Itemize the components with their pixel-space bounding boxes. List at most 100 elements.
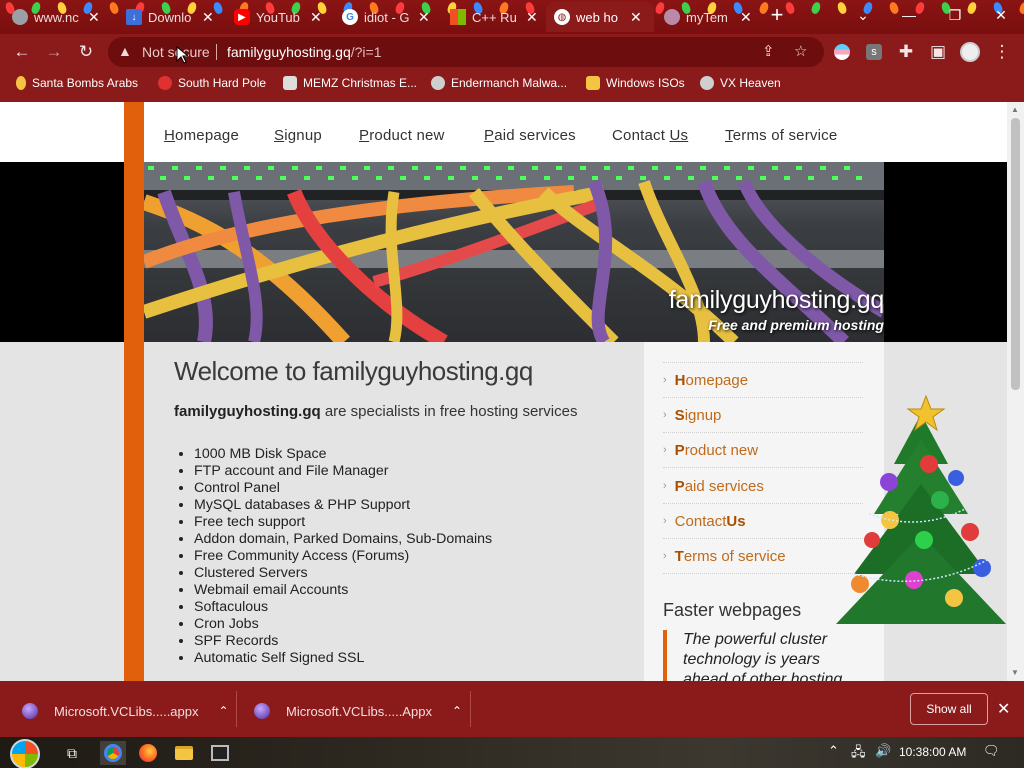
side-panel-icon[interactable]: ▣ [926, 40, 950, 64]
close-icon[interactable]: ✕ [526, 9, 538, 26]
sidebar-item-initial: H [674, 371, 686, 389]
close-icon[interactable]: ✕ [740, 9, 752, 26]
nav-homepage[interactable]: Homepage [164, 127, 239, 144]
orange-accent-stripe [124, 102, 144, 681]
task-view-icon[interactable]: ⧉ [60, 741, 84, 765]
url-path: /?i=1 [350, 44, 382, 60]
vertical-scrollbar[interactable]: ▲ ▼ [1007, 102, 1024, 681]
chevron-down-icon[interactable]: ⌄ [840, 0, 886, 30]
bookmark-memz-christmas[interactable]: MEMZ Christmas E... [283, 76, 417, 90]
show-all-button[interactable]: Show all [910, 693, 988, 725]
tab-7[interactable]: myTem ✕ [656, 2, 760, 32]
sidebar-item-paid-services[interactable]: › Paid services [663, 469, 863, 504]
nav-contact-us[interactable]: Contact Us [612, 127, 688, 144]
bookmark-icon [158, 76, 172, 90]
tab-1[interactable]: www.nc ✕ [4, 2, 108, 32]
download-item-1[interactable]: Microsoft.VCLibs.....appx ⌃ [22, 703, 229, 719]
nav-terms-of-service[interactable]: Terms of service [725, 127, 837, 144]
bookmark-south-hard-pole[interactable]: South Hard Pole [158, 76, 266, 90]
bookmark-label: MEMZ Christmas E... [303, 76, 418, 90]
tab-3[interactable]: ▶ YouTub ✕ [226, 2, 330, 32]
tab-2[interactable]: ↓ Downlo ✕ [118, 2, 222, 32]
bookmark-label: VX Heaven [720, 76, 781, 90]
close-icon[interactable]: ✕ [310, 9, 322, 26]
back-arrow-icon[interactable]: ← [10, 40, 34, 64]
download-item-2[interactable]: Microsoft.VCLibs.....Appx ⌃ [254, 703, 462, 719]
chevron-up-icon[interactable]: ⌃ [828, 743, 839, 759]
puzzle-extensions-icon[interactable]: ✚ [894, 40, 918, 64]
bookmark-endermanch[interactable]: Endermanch Malwa... [431, 76, 567, 90]
close-icon[interactable]: ✕ [202, 9, 214, 26]
close-icon[interactable]: ✕ [978, 0, 1024, 30]
close-icon[interactable]: ✕ [630, 9, 642, 26]
nav-label: ignup [284, 127, 322, 144]
sidebar-item-label: ignup [684, 406, 722, 424]
bookmark-windows-isos[interactable]: Windows ISOs [586, 76, 685, 90]
list-item: MySQL databases & PHP Support [194, 497, 492, 514]
tab-title: C++ Ru [472, 9, 517, 25]
media-player-icon[interactable] [208, 741, 232, 765]
extension-flag-icon[interactable] [830, 40, 854, 64]
start-orb-icon[interactable] [10, 739, 40, 768]
list-item: FTP account and File Manager [194, 463, 492, 480]
warning-triangle-icon[interactable]: ▲ [118, 43, 132, 59]
restore-icon[interactable]: ❐ [932, 0, 978, 30]
chrome-taskbar-icon[interactable] [100, 741, 126, 765]
address-bar[interactable]: ▲ Not secure familyguyhosting.gq/?i=1 ⇪ … [108, 37, 824, 67]
tab-4[interactable]: G idiot - G ✕ [334, 2, 440, 32]
plus-icon[interactable]: + [762, 0, 792, 30]
bookmark-icon [16, 76, 26, 90]
chevron-right-icon: › [663, 444, 667, 456]
taskbar-clock[interactable]: 10:38:00 AM [899, 745, 966, 759]
nav-signup[interactable]: Signup [274, 127, 322, 144]
intro-text: familyguyhosting.gq are specialists in f… [174, 403, 577, 420]
sidebar-item-homepage[interactable]: › Homepage [663, 363, 863, 398]
close-icon[interactable]: ✕ [997, 699, 1010, 719]
nav-paid-services[interactable]: Paid services [484, 127, 576, 144]
forward-arrow-icon[interactable]: → [42, 40, 66, 64]
chevron-up-icon[interactable]: ⌃ [219, 704, 229, 718]
bookmark-icon [700, 76, 714, 90]
divider [470, 691, 471, 727]
sidebar-item-terms-of-service[interactable]: › Terms of service [663, 539, 863, 574]
scroll-up-icon[interactable]: ▲ [1011, 105, 1019, 114]
scrollbar-thumb[interactable] [1011, 118, 1020, 390]
nav-accesskey: S [274, 127, 285, 144]
sidebar-item-contact-us[interactable]: › Contact Us [663, 504, 863, 539]
tab-6-active[interactable]: ◍ web ho ✕ [546, 2, 654, 32]
reload-icon[interactable]: ↻ [74, 40, 98, 64]
extension-s-icon[interactable]: s [862, 40, 886, 64]
appx-package-icon [22, 703, 38, 719]
close-icon[interactable]: ✕ [88, 9, 100, 26]
sidebar-item-label: Contact [674, 512, 727, 530]
scroll-down-icon[interactable]: ▼ [1011, 668, 1019, 677]
browser-toolbar: ← → ↻ ▲ Not secure familyguyhosting.gq/?… [0, 34, 1024, 70]
sidebar-item-label: aid services [684, 477, 764, 495]
chevron-up-icon[interactable]: ⌃ [452, 704, 462, 718]
sidebar-item-product-new[interactable]: › Product new [663, 433, 863, 468]
notification-icon[interactable]: 🗨 [983, 743, 1000, 759]
close-icon[interactable]: ✕ [418, 9, 430, 26]
light-bulb-decoration [810, 0, 822, 16]
url-text[interactable]: familyguyhosting.gq/?i=1 [227, 44, 382, 60]
profile-avatar-icon[interactable] [958, 40, 982, 64]
sidebar-item-signup[interactable]: › Signup [663, 398, 863, 433]
site-title: familyguyhosting.gq [668, 286, 884, 314]
nav-product-new[interactable]: Product new [359, 127, 445, 144]
minimize-icon[interactable]: — [886, 0, 932, 30]
bookmark-santa-bombs-arabs[interactable]: Santa Bombs Arabs [16, 76, 138, 90]
firefox-taskbar-icon[interactable] [136, 741, 160, 765]
tab-5[interactable]: C++ Ru ✕ [442, 2, 546, 32]
bookmark-label: Santa Bombs Arabs [32, 76, 139, 90]
bookmark-vx-heaven[interactable]: VX Heaven [700, 76, 781, 90]
star-icon[interactable]: ☆ [794, 42, 807, 60]
nav-accesskey: T [725, 127, 733, 144]
nav-label: roduct new [369, 127, 445, 144]
file-explorer-icon[interactable] [172, 741, 196, 765]
kebab-menu-icon[interactable]: ⋮ [990, 40, 1014, 64]
speaker-icon[interactable]: 🔊 [875, 743, 891, 759]
url-host: familyguyhosting.gq [227, 44, 351, 60]
tab-title: www.nc [34, 9, 79, 25]
share-icon[interactable]: ⇪ [762, 42, 775, 60]
network-icon[interactable]: 🖧 [851, 743, 866, 765]
